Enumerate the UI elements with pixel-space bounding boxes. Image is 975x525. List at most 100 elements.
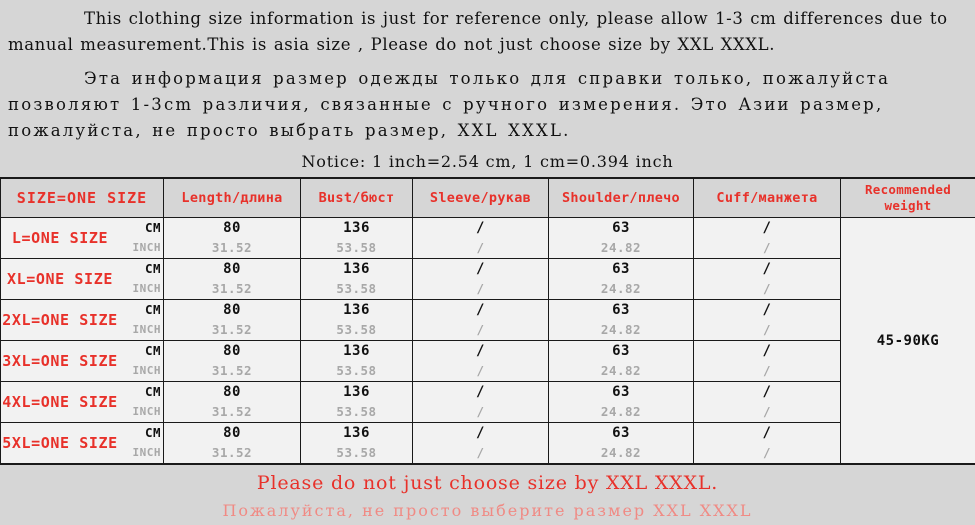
bust-cm-value: 136	[343, 343, 370, 359]
size-label: 3XL=ONE SIZE	[2, 352, 118, 370]
sleeve-cm-value: /	[476, 343, 485, 359]
size-label: 5XL=ONE SIZE	[2, 434, 118, 452]
bust-cm-value: 136	[343, 302, 370, 318]
size-cell: 3XL=ONE SIZE CM INCH	[0, 340, 164, 382]
size-label: 2XL=ONE SIZE	[2, 311, 118, 329]
sleeve-cm-value: /	[476, 302, 485, 318]
unit-stack: CM INCH	[119, 259, 161, 299]
shoulder-inch-value: 24.82	[600, 445, 642, 460]
sleeve-cell: / /	[412, 299, 549, 341]
cuff-cell: / /	[693, 217, 841, 259]
length-cell: 80 31.52	[163, 422, 301, 465]
bust-inch-value: 53.58	[336, 404, 377, 419]
size-chart-table: SIZE=ONE SIZE Length/длина Bust/бюст Sle…	[0, 177, 975, 465]
table-row: L=ONE SIZE CM INCH 80 31.52 136 53.58 /	[0, 217, 975, 465]
shoulder-inch-value: 24.82	[600, 322, 642, 337]
size-cell: 5XL=ONE SIZE CM INCH	[0, 422, 164, 465]
cuff-cell: / /	[693, 381, 841, 423]
shoulder-cm-value: 63	[612, 302, 630, 318]
table-row: 5XL=ONE SIZE CM INCH 80 31.52 136 53.58 …	[0, 422, 975, 465]
unit-stack: CM INCH	[119, 300, 161, 340]
cuff-cm-value: /	[762, 343, 772, 359]
sleeve-cm-value: /	[476, 220, 485, 236]
unit-label-inch: INCH	[132, 282, 161, 295]
cuff-cm-value: /	[762, 261, 772, 277]
unit-label-cm: CM	[144, 302, 161, 317]
cuff-inch-value: /	[762, 322, 772, 337]
size-label: L=ONE SIZE	[11, 229, 109, 247]
shoulder-cell: 63 24.82	[548, 381, 694, 423]
table-row: 3XL=ONE SIZE CM INCH 80 31.52 136 53.58 …	[0, 340, 975, 382]
shoulder-cm-value: 63	[612, 343, 630, 359]
length-cell: 80 31.52	[163, 258, 301, 300]
length-cm-value: 80	[223, 302, 241, 318]
unit-label-cm: CM	[144, 343, 161, 358]
unit-label-inch: INCH	[132, 446, 161, 459]
footer-warning-russian: Пожалуйста, не просто выберите размер XX…	[222, 501, 753, 520]
length-cell: 80 31.52	[163, 217, 301, 259]
shoulder-cm-value: 63	[612, 384, 630, 400]
shoulder-inch-value: 24.82	[600, 240, 642, 255]
shoulder-cell: 63 24.82	[548, 340, 694, 382]
shoulder-cell: 63 24.82	[548, 299, 694, 341]
intro-text-russian: Эта информация размер одежды только для …	[8, 69, 891, 140]
bust-cell: 136 53.58	[300, 340, 413, 382]
length-cm-value: 80	[223, 425, 241, 441]
table-header: SIZE=ONE SIZE Length/длина Bust/бюст Sle…	[0, 177, 975, 218]
sleeve-cell: / /	[412, 422, 549, 465]
unit-label-inch: INCH	[132, 323, 161, 336]
cuff-cell: / /	[693, 258, 841, 300]
unit-label-cm: CM	[144, 261, 161, 276]
length-cell: 80 31.52	[163, 381, 301, 423]
cuff-cell: / /	[693, 422, 841, 465]
unit-label-cm: CM	[144, 384, 161, 399]
bust-inch-value: 53.58	[336, 281, 377, 296]
cuff-inch-value: /	[762, 240, 772, 255]
bust-cm-value: 136	[343, 261, 370, 277]
unit-label-cm: CM	[144, 220, 161, 235]
cuff-inch-value: /	[762, 445, 772, 460]
cuff-cm-value: /	[762, 302, 772, 318]
size-chart-page: This clothing size information is just f…	[0, 0, 975, 525]
bust-cell: 136 53.58	[300, 299, 413, 341]
recommended-weight-cell: 45-90KG	[840, 217, 975, 465]
bust-inch-value: 53.58	[336, 322, 377, 337]
length-cm-value: 80	[223, 343, 241, 359]
cuff-inch-value: /	[762, 404, 772, 419]
sleeve-cell: / /	[412, 340, 549, 382]
column-header-sleeve: Sleeve/рукав	[412, 177, 549, 218]
bust-inch-value: 53.58	[336, 445, 377, 460]
column-header-size: SIZE=ONE SIZE	[0, 177, 164, 218]
sleeve-cell: / /	[412, 381, 549, 423]
unit-label-inch: INCH	[132, 364, 161, 377]
bust-inch-value: 53.58	[336, 363, 377, 378]
sleeve-inch-value: /	[476, 445, 485, 460]
shoulder-cell: 63 24.82	[548, 217, 694, 259]
footer-warning-english: Please do not just choose size by XXL XX…	[256, 472, 719, 494]
column-header-recommended-weight: Recommended weight	[840, 177, 975, 218]
length-cm-value: 80	[223, 220, 241, 236]
unit-conversion-notice: Notice: 1 inch=2.54 cm, 1 cm=0.394 inch	[301, 152, 674, 171]
column-header-length: Length/длина	[163, 177, 301, 218]
size-cell: L=ONE SIZE CM INCH	[0, 217, 164, 259]
length-cm-value: 80	[223, 384, 241, 400]
unit-label-inch: INCH	[132, 241, 161, 254]
bust-cm-value: 136	[343, 384, 370, 400]
sleeve-cell: / /	[412, 258, 549, 300]
cuff-cell: / /	[693, 299, 841, 341]
bust-cm-value: 136	[343, 220, 370, 236]
sleeve-inch-value: /	[476, 363, 485, 378]
column-header-bust: Bust/бюст	[300, 177, 413, 218]
cuff-inch-value: /	[762, 281, 772, 296]
bust-cell: 136 53.58	[300, 381, 413, 423]
unit-label-cm: CM	[144, 425, 161, 440]
sleeve-inch-value: /	[476, 281, 485, 296]
cuff-cell: / /	[693, 340, 841, 382]
cuff-cm-value: /	[762, 220, 772, 236]
shoulder-cm-value: 63	[612, 425, 630, 441]
bust-cm-value: 136	[343, 425, 370, 441]
unit-label-inch: INCH	[132, 405, 161, 418]
intro-block: This clothing size information is just f…	[0, 0, 975, 171]
shoulder-inch-value: 24.82	[600, 281, 642, 296]
shoulder-inch-value: 24.82	[600, 363, 642, 378]
